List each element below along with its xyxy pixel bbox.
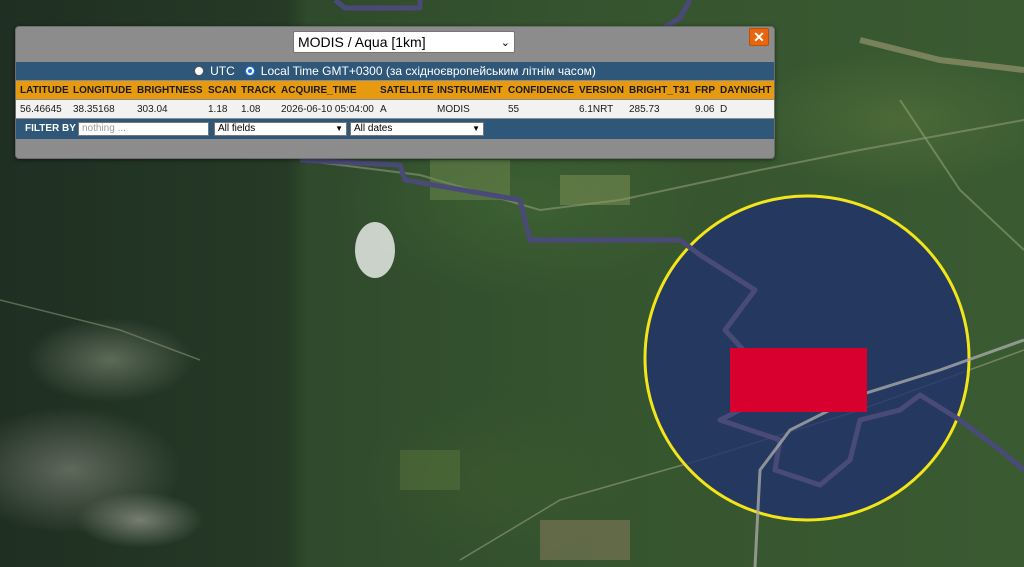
filter-field-select[interactable]: All fields ▼ [214, 122, 347, 136]
column-header: VERSION [579, 84, 625, 96]
fire-info-popup: MODIS / Aqua [1km] ⌄ ✕ UTC Local Time GM… [15, 26, 775, 159]
filter-field-value: All fields [218, 123, 256, 134]
chevron-down-icon: ▼ [335, 124, 343, 133]
cell-scan: 1.18 [208, 103, 228, 115]
table-header: LATITUDE LONGITUDE BRIGHTNESS SCAN TRACK… [16, 81, 774, 99]
cell-brightness: 303.04 [137, 103, 168, 115]
filter-bar: FILTER BY nothing ... All fields ▼ All d… [16, 119, 774, 139]
column-header: INSTRUMENT [437, 84, 503, 96]
cell-frp: 9.06 [695, 103, 715, 115]
column-header: ACQUIRE_TIME [281, 84, 357, 96]
column-header: CONFIDENCE [508, 84, 575, 96]
cell-daynight: D [720, 103, 728, 115]
cell-latitude: 56.46645 [20, 103, 62, 115]
sensor-select[interactable]: MODIS / Aqua [1km] ⌄ [293, 31, 515, 53]
column-header: SATELLITE [380, 84, 434, 96]
filter-label: FILTER BY [25, 123, 76, 134]
filter-date-value: All dates [354, 123, 393, 134]
cell-longitude: 38.35168 [73, 103, 115, 115]
table-row[interactable]: 56.46645 38.35168 303.04 1.18 1.08 2026-… [16, 100, 774, 118]
road [859, 37, 1024, 73]
cell-satellite: A [380, 103, 387, 115]
field [540, 520, 630, 560]
cell-acquire-time: 2026-06-10 05:04:00 [281, 103, 374, 115]
time-zone-selector: UTC Local Time GMT+0300 (за східноєвропе… [16, 62, 774, 80]
chevron-down-icon: ▼ [472, 124, 480, 133]
cell-confidence: 55 [508, 103, 520, 115]
column-header: DAYNIGHT [720, 84, 772, 96]
column-header: LONGITUDE [73, 84, 132, 96]
column-header: BRIGHTNESS [137, 84, 203, 96]
field [560, 175, 630, 205]
chevron-down-icon: ⌄ [500, 36, 510, 49]
column-header: BRIGHT_T31 [629, 84, 691, 96]
cell-instrument: MODIS [437, 103, 470, 115]
field [400, 450, 460, 490]
road [0, 299, 201, 361]
filter-input[interactable]: nothing ... [78, 122, 209, 136]
fire-hotspot[interactable] [730, 348, 867, 412]
utc-label: UTC [210, 64, 235, 78]
column-header: LATITUDE [20, 84, 69, 96]
sensor-select-value: MODIS / Aqua [1km] [298, 34, 426, 50]
cell-track: 1.08 [241, 103, 261, 115]
cell-bright-t31: 285.73 [629, 103, 660, 115]
utc-radio[interactable] [194, 66, 205, 76]
local-time-label: Local Time GMT+0300 (за східноєвропейськ… [260, 64, 596, 78]
cell-version: 6.1NRT [579, 103, 614, 115]
close-button[interactable]: ✕ [749, 28, 769, 46]
column-header: SCAN [208, 84, 237, 96]
column-header: TRACK [241, 84, 276, 96]
column-header: FRP [695, 84, 715, 96]
filter-date-select[interactable]: All dates ▼ [350, 122, 484, 136]
cloud [355, 222, 395, 278]
close-icon: ✕ [753, 28, 765, 45]
local-time-radio[interactable] [244, 66, 255, 76]
